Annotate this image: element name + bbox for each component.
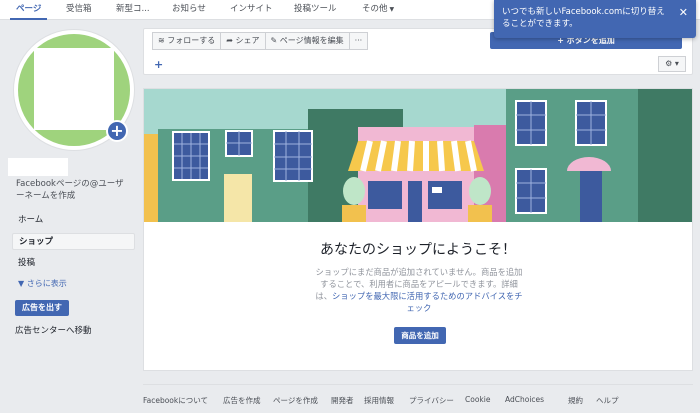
tab-covid[interactable]: 新型コ... <box>116 0 150 20</box>
tab-more-label: その他 <box>362 4 388 14</box>
share-arrow-icon: ➦ <box>226 36 236 45</box>
profile-picture-placeholder <box>34 48 114 130</box>
tab-publishing-tools[interactable]: 投稿ツール <box>294 0 337 20</box>
sidebar-item-shop[interactable]: ショップ <box>12 233 135 250</box>
footer-link-careers[interactable]: 採用情報 <box>364 395 394 406</box>
add-photo-icon[interactable]: + <box>106 120 128 142</box>
edit-label: ページ情報を編集 <box>279 36 344 45</box>
promote-button[interactable]: 広告を出す <box>15 300 69 316</box>
footer-link-about[interactable]: Facebookについて <box>143 395 208 406</box>
rss-icon: ≋ <box>158 36 168 45</box>
shop-illustration <box>144 89 692 222</box>
tab-page[interactable]: ページ <box>10 0 48 20</box>
shop-welcome-title: あなたのショップにようこそ！ <box>320 242 516 258</box>
footer-link-create-page[interactable]: ページを作成 <box>273 395 318 406</box>
add-plus-icon[interactable]: + <box>154 58 163 71</box>
sidebar-item-posts[interactable]: 投稿 <box>12 255 135 272</box>
follow-label: フォローする <box>167 36 216 45</box>
edit-page-info-button[interactable]: ✎ ページ情報を編集 <box>264 32 350 50</box>
chevron-down-icon: ▼ <box>389 6 395 13</box>
pencil-icon: ✎ <box>270 36 280 45</box>
footer-link-terms[interactable]: 規約 <box>568 395 583 406</box>
close-icon[interactable]: ✕ <box>679 7 688 19</box>
footer-link-privacy[interactable]: プライバシー <box>409 395 454 406</box>
shop-tips-link[interactable]: ショップを最大限に活用するためのアドバイスをチェック <box>332 291 523 313</box>
footer-link-create-ad[interactable]: 広告を作成 <box>223 395 261 406</box>
tab-insights[interactable]: インサイト <box>230 0 273 20</box>
left-column: + Facebookページの@ユーザーネームを作成 ホーム ショップ 投稿 ▼ … <box>0 20 140 413</box>
sidebar-item-home[interactable]: ホーム <box>12 212 135 229</box>
footer-link-adchoices[interactable]: AdChoices <box>505 395 544 404</box>
tab-inbox[interactable]: 受信箱 <box>66 0 92 20</box>
settings-gear-icon[interactable]: ⚙ ▾ <box>658 56 686 72</box>
switch-facebook-notice[interactable]: いつでも新しいFacebook.comに切り替えることができます。 ✕ <box>494 0 696 38</box>
add-product-button[interactable]: 商品を追加 <box>394 327 446 344</box>
share-button[interactable]: ➦ シェア <box>220 32 266 50</box>
see-more-label: さらに表示 <box>26 279 67 288</box>
action-button-group: ≋ フォローする ➦ シェア ✎ ページ情報を編集 ··· <box>152 32 369 50</box>
see-more-link[interactable]: ▼ さらに表示 <box>18 278 67 289</box>
notice-text: いつでも新しいFacebook.comに切り替えることができます。 <box>502 7 665 29</box>
page-name-redacted <box>8 158 68 176</box>
create-username-link[interactable]: Facebookページの@ユーザーネームを作成 <box>16 178 131 202</box>
footer-link-cookie[interactable]: Cookie <box>465 395 490 404</box>
tab-more[interactable]: その他 ▼ <box>362 0 394 20</box>
page-footer: Facebookについて 広告を作成 ページを作成 開発者 採用情報 プライバシ… <box>143 384 693 413</box>
chevron-down-icon: ▼ <box>18 279 27 288</box>
follow-button[interactable]: ≋ フォローする <box>152 32 222 50</box>
footer-link-help[interactable]: ヘルプ <box>596 395 619 406</box>
shop-welcome-description: ショップにまだ商品が追加されていません。商品を追加することで、利用者に商品をアピ… <box>314 266 524 314</box>
more-options-button[interactable]: ··· <box>348 32 369 50</box>
footer-link-developers[interactable]: 開発者 <box>331 395 354 406</box>
shop-welcome-card: あなたのショップにようこそ！ ショップにまだ商品が追加されていません。商品を追加… <box>143 88 693 371</box>
tab-notifications[interactable]: お知らせ <box>172 0 206 20</box>
share-label: シェア <box>235 36 260 45</box>
ad-center-link[interactable]: 広告センターへ移動 <box>15 324 92 336</box>
